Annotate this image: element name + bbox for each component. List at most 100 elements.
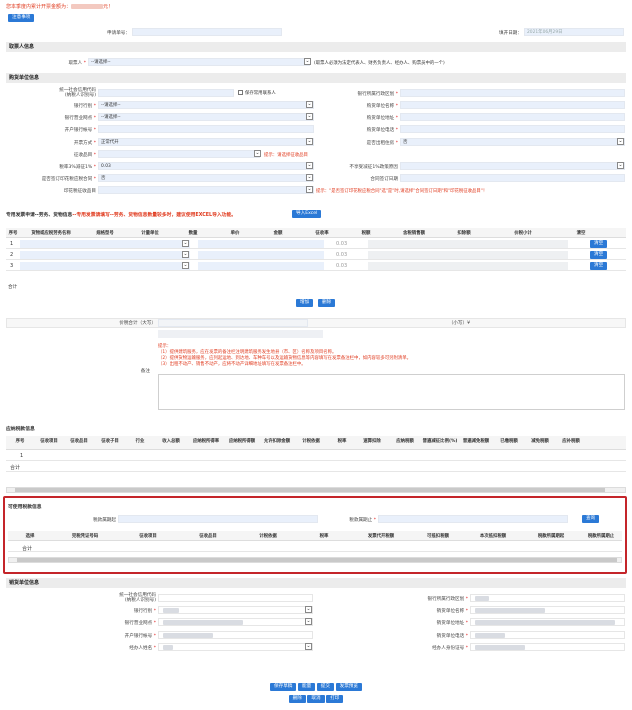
- chevron-down-icon[interactable]: ⌄: [304, 58, 311, 65]
- goods-name-field[interactable]: [20, 240, 128, 248]
- save-draft-button[interactable]: 保存草稿: [270, 683, 297, 691]
- seller-name-field[interactable]: [470, 606, 625, 614]
- stamp-item-select[interactable]: [98, 186, 314, 194]
- period-start-field[interactable]: [118, 515, 318, 523]
- chevron-down-icon[interactable]: ⌄: [306, 138, 313, 145]
- agent-name-select[interactable]: [158, 643, 313, 651]
- column-header: 税款所属期止: [587, 534, 615, 539]
- column-header: 选择: [25, 534, 35, 539]
- buyer-region-field[interactable]: [400, 89, 625, 97]
- import-excel-button[interactable]: 导入Excel: [292, 210, 322, 218]
- chevron-down-icon[interactable]: ⌄: [617, 138, 624, 145]
- receiver-select[interactable]: --请选择--: [88, 58, 310, 66]
- goods-name-field[interactable]: [20, 262, 128, 270]
- chevron-down-icon[interactable]: ⌄: [305, 643, 312, 650]
- print-button[interactable]: 打印: [326, 695, 344, 703]
- column-header: 税额: [361, 231, 371, 236]
- rental-housing-select[interactable]: 否: [400, 138, 625, 146]
- levy-item-label: 征收品目 *: [73, 153, 96, 158]
- buyer-addr-field[interactable]: [400, 113, 625, 121]
- seller-branch-label: 银行营业网点 *: [124, 621, 156, 626]
- credit-horizontal-scrollbar[interactable]: [8, 557, 622, 563]
- remark-textarea[interactable]: [158, 374, 625, 410]
- apply-no-field[interactable]: [132, 28, 282, 36]
- buyer-branch-select[interactable]: --请选择--: [98, 113, 314, 121]
- buyer-acct-field[interactable]: [98, 125, 314, 133]
- column-header: 允许扣除金额: [263, 439, 291, 444]
- total-amount-label: 价税合计（大写）: [119, 321, 156, 326]
- chevron-down-icon[interactable]: ⌄: [306, 113, 313, 120]
- note-button[interactable]: 注意事项: [8, 14, 35, 22]
- qty-price-fields[interactable]: [198, 251, 324, 259]
- stamp-contract-label: 是否签订印花税应税合同 *: [41, 177, 96, 182]
- chevron-down-icon[interactable]: ⌄: [617, 162, 624, 169]
- chevron-down-icon[interactable]: ⌄: [254, 150, 261, 157]
- buyer-phone-field[interactable]: [400, 125, 625, 133]
- column-header: 行业: [135, 439, 145, 444]
- seller-credit-code-field[interactable]: [158, 594, 313, 602]
- column-header: 税率: [337, 439, 347, 444]
- table-row: 2 ⌄ 0.03 清空: [6, 250, 626, 260]
- chevron-down-icon[interactable]: ⌄: [182, 240, 189, 247]
- add-row-button[interactable]: 增加: [296, 299, 314, 307]
- buyer-name-field[interactable]: [400, 101, 625, 109]
- buyer-credit-code-field[interactable]: [98, 89, 234, 97]
- rate-value: 0.03: [336, 252, 348, 258]
- tax-horizontal-scrollbar[interactable]: [6, 487, 626, 493]
- chevron-down-icon[interactable]: ⌄: [306, 101, 313, 108]
- column-header: 清空: [576, 231, 586, 236]
- rate-select[interactable]: 0.03: [98, 162, 314, 170]
- energy-button[interactable]: 能量: [298, 683, 316, 691]
- column-header: 收入总额: [162, 439, 180, 444]
- submit-button[interactable]: 提交: [316, 683, 334, 691]
- preview-button[interactable]: 发票预览: [335, 683, 362, 691]
- column-header: 价税小计: [514, 231, 532, 236]
- seller-addr-field[interactable]: [470, 618, 625, 626]
- spec-field[interactable]: [128, 240, 172, 248]
- chevron-down-icon[interactable]: ⌄: [306, 174, 313, 181]
- goods-name-field[interactable]: [20, 251, 128, 259]
- clear-row-button[interactable]: 清空: [590, 262, 608, 270]
- chevron-down-icon[interactable]: ⌄: [305, 618, 312, 625]
- contract-date-field[interactable]: [400, 174, 625, 182]
- chevron-down-icon[interactable]: ⌄: [182, 262, 189, 269]
- cancel-button[interactable]: 取消: [307, 695, 325, 703]
- apply-no-label: 申请单号：: [107, 31, 130, 36]
- stamp-contract-select[interactable]: 否: [98, 174, 314, 182]
- chevron-down-icon[interactable]: ⌄: [182, 251, 189, 258]
- invoice-type-select[interactable]: 正常代开: [98, 138, 314, 146]
- qty-price-fields[interactable]: [198, 262, 324, 270]
- credit-section-title: 可使用税款信息: [8, 505, 42, 510]
- fill-date-field[interactable]: 2021年06月29日: [524, 28, 624, 36]
- chevron-down-icon[interactable]: ⌄: [305, 606, 312, 613]
- seller-branch-select[interactable]: [158, 618, 313, 626]
- buyer-bank-select[interactable]: --请选择--: [98, 101, 314, 109]
- seller-bank-label: 银行行别 *: [133, 609, 156, 614]
- save-contact-checkbox[interactable]: 保存常用联系人: [238, 90, 276, 96]
- receiver-label: 取票人 *: [68, 61, 86, 66]
- seller-bank-select[interactable]: [158, 606, 313, 614]
- levy-item-select[interactable]: [98, 150, 260, 158]
- readonly-cells: [368, 240, 568, 248]
- seller-acct-field[interactable]: [158, 631, 313, 639]
- agent-id-field[interactable]: [470, 643, 625, 651]
- qty-price-fields[interactable]: [198, 240, 324, 248]
- spec-field[interactable]: [128, 251, 172, 259]
- fill-date-label: 填开日期：: [499, 31, 522, 36]
- period-end-field[interactable]: [378, 515, 568, 523]
- delete-row-button[interactable]: 删除: [318, 299, 336, 307]
- blurred-text: [158, 330, 323, 338]
- chevron-down-icon[interactable]: ⌄: [306, 162, 313, 169]
- invoice-type-label: 开票方式 *: [73, 141, 96, 146]
- receiver-section-title: 取票人信息: [6, 42, 626, 52]
- seller-phone-field[interactable]: [470, 631, 625, 639]
- spec-field[interactable]: [128, 262, 172, 270]
- clear-row-button[interactable]: 清空: [590, 251, 608, 259]
- delete-button[interactable]: 删除: [288, 695, 306, 703]
- reduce-reason-select[interactable]: [400, 162, 625, 170]
- column-header: 发票代开税额: [367, 534, 395, 539]
- seller-region-field[interactable]: [470, 594, 625, 602]
- query-button[interactable]: 查询: [582, 515, 600, 523]
- clear-row-button[interactable]: 清空: [590, 240, 608, 248]
- chevron-down-icon[interactable]: ⌄: [306, 186, 313, 193]
